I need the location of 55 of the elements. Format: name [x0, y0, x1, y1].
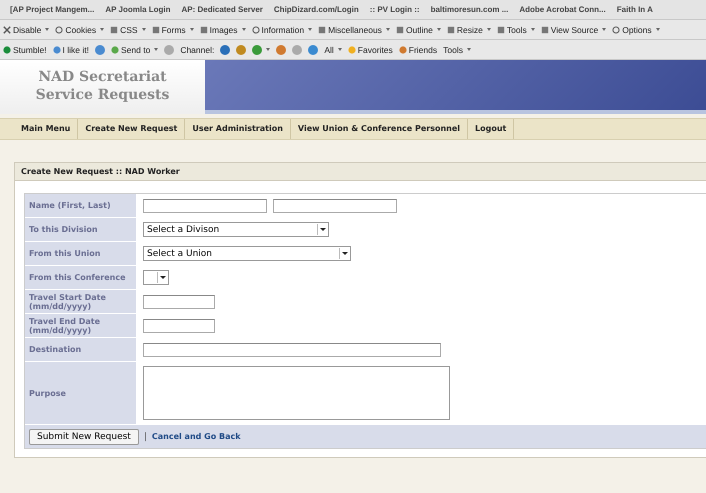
field-label: Purpose [25, 362, 137, 424]
toolbar-menu[interactable]: CSS [110, 24, 146, 34]
toolbar-menu[interactable]: Forms [152, 24, 194, 34]
field-label: Name (First, Last) [25, 194, 137, 217]
toolbar-menu[interactable]: Images [200, 24, 246, 34]
separator: | [144, 432, 147, 442]
nav-link[interactable]: Main Menu [14, 119, 78, 139]
toolbar-menu[interactable]: Resize [446, 24, 491, 34]
bookmark-link[interactable]: ChipDizard.com/Login [274, 5, 359, 14]
select-dropdown[interactable]: Select a Union [143, 246, 351, 261]
nav-link[interactable]: Logout [468, 119, 514, 139]
channel-label: Channel: [180, 44, 214, 54]
destination-field[interactable] [143, 342, 441, 356]
toolbar-button[interactable]: Send to [111, 44, 158, 54]
nav-link[interactable]: User Administration [185, 119, 291, 139]
toolbar-menu[interactable]: Information [252, 24, 312, 34]
bookmark-link[interactable]: [AP Project Mangem... [10, 5, 94, 14]
bookmark-link[interactable]: baltimoresun.com ... [430, 5, 508, 14]
date-field[interactable] [143, 318, 215, 332]
date-field[interactable] [143, 294, 215, 308]
toolbar-menu[interactable]: Cookies [55, 24, 104, 34]
nav-link[interactable]: View Union & Conference Personnel [290, 119, 468, 139]
select-dropdown[interactable]: Select a Divison [143, 222, 329, 237]
submit-button[interactable]: Submit New Request [29, 428, 139, 444]
toolbar-menu[interactable]: View Source [540, 24, 606, 34]
toolbar-button[interactable]: Favorites [348, 44, 393, 54]
close-icon [3, 26, 11, 34]
bookmark-link[interactable]: AP Joomla Login [105, 5, 171, 14]
cancel-link[interactable]: Cancel and Go Back [152, 432, 241, 441]
toolbar-menu[interactable]: Tools [496, 24, 535, 34]
nav-link[interactable]: Create New Request [78, 119, 186, 139]
toolbar-menu[interactable]: Disable [3, 24, 50, 34]
toolbar-button[interactable]: Tools [443, 44, 471, 54]
select-dropdown[interactable] [143, 270, 169, 285]
toolbar-button[interactable]: Friends [398, 44, 438, 54]
field-label: To this Division [25, 218, 137, 241]
toolbar-button[interactable]: Stumble! [3, 44, 47, 54]
field-label: Travel Start Date (mm/dd/yyyy) [25, 290, 137, 313]
bookmark-link[interactable]: AP: Dedicated Server [182, 5, 263, 14]
bookmark-link[interactable]: :: PV Login :: [370, 5, 420, 14]
last-name-field[interactable] [273, 198, 397, 212]
field-label: Travel End Date (mm/dd/yyyy) [25, 314, 137, 337]
toolbar-menu[interactable]: Outline [396, 24, 441, 34]
bookmark-link[interactable]: Adobe Acrobat Conn... [519, 5, 606, 14]
first-name-field[interactable] [143, 198, 267, 212]
field-label: From this Union [25, 242, 137, 265]
field-label: Destination [25, 338, 137, 361]
bookmark-link[interactable]: Faith In A [616, 5, 653, 14]
field-label: From this Conference [25, 266, 137, 289]
toolbar-button[interactable]: All [324, 44, 342, 54]
purpose-field[interactable] [143, 366, 450, 420]
toolbar-button[interactable]: I like it! [52, 44, 89, 54]
panel-title: Create New Request :: NAD Worker [15, 163, 706, 181]
toolbar-menu[interactable]: Options [612, 24, 660, 34]
toolbar-menu[interactable]: Miscellaneous [318, 24, 390, 34]
